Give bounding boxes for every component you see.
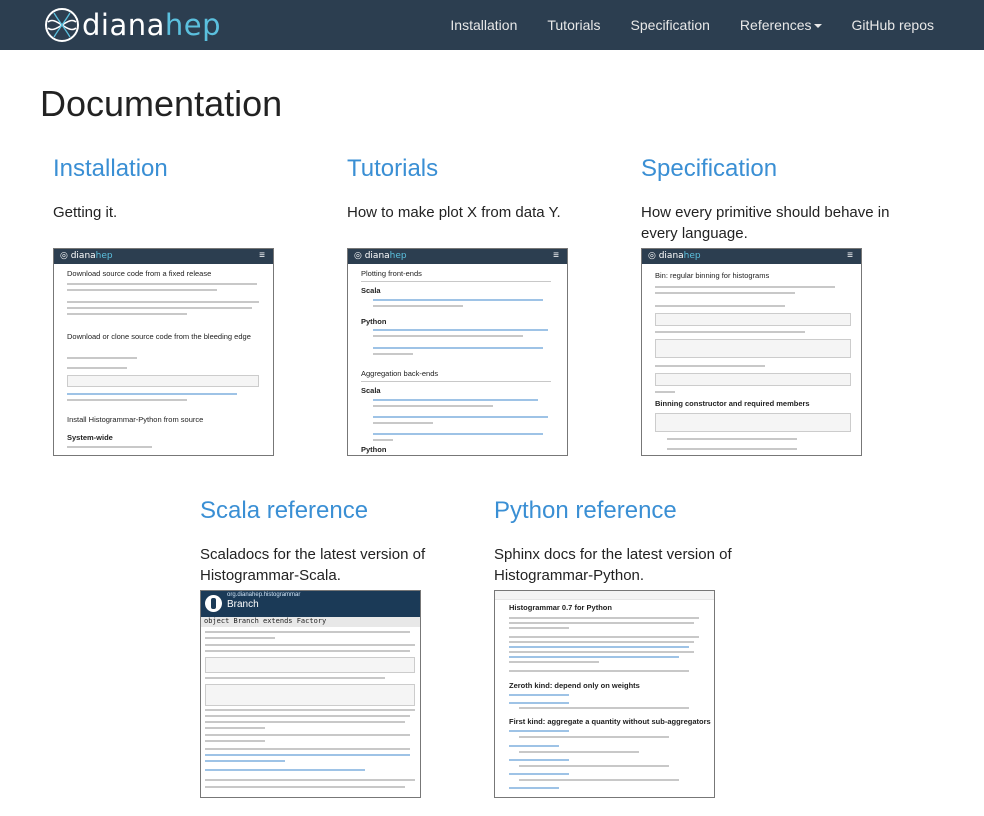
card-tutorials: Tutorials How to make plot X from data Y… (347, 154, 617, 223)
card-desc-python-reference: Sphinx docs for the latest version of Hi… (494, 546, 732, 584)
mini-navbar: ◎ dianahep ≡ (642, 249, 861, 264)
caret-down-icon (813, 24, 822, 29)
mini-navbar: ◎ dianahep ≡ (54, 249, 273, 264)
card-title-python-reference[interactable]: Python reference (494, 496, 764, 526)
menu-icon: ≡ (847, 250, 853, 261)
brand-name: dianahep (82, 8, 222, 42)
diana-logo-icon (45, 8, 79, 42)
mini-navbar: ◎ dianahep ≡ (348, 249, 567, 264)
card-scala-reference: Scala reference Scaladocs for the latest… (200, 496, 470, 586)
sphinx-header (495, 591, 714, 600)
nav-tutorials[interactable]: Tutorials (547, 17, 600, 33)
nav-references-dropdown[interactable]: References (740, 17, 822, 33)
nav-menu: Installation Tutorials Specification Ref… (420, 0, 934, 50)
card-title-tutorials[interactable]: Tutorials (347, 154, 617, 184)
nav-installation[interactable]: Installation (450, 17, 517, 33)
card-desc-specification: How every primitive should behave in eve… (641, 204, 890, 242)
thumbnail-python-reference[interactable]: Histogrammar 0.7 for Python Zeroth kind:… (494, 590, 715, 798)
brand-logo-link[interactable]: dianahep (44, 7, 221, 43)
card-desc-scala-reference: Scaladocs for the latest version of Hist… (200, 546, 426, 584)
object-icon (205, 595, 222, 612)
menu-icon: ≡ (259, 250, 265, 261)
card-desc-tutorials: How to make plot X from data Y. (347, 204, 561, 221)
card-title-installation[interactable]: Installation (53, 154, 323, 184)
thumbnail-specification[interactable]: ◎ dianahep ≡ Bin: regular binning for his… (641, 248, 862, 456)
nav-specification[interactable]: Specification (631, 17, 710, 33)
card-title-scala-reference[interactable]: Scala reference (200, 496, 470, 526)
card-desc-installation: Getting it. (53, 204, 118, 221)
card-specification: Specification How every primitive should… (641, 154, 911, 244)
menu-icon: ≡ (553, 250, 559, 261)
nav-references-label: References (739, 17, 812, 33)
thumbnail-tutorials[interactable]: ◎ dianahep ≡ Plotting front-ends Scala Py… (347, 248, 568, 456)
thumbnail-scala-reference[interactable]: org.dianahep.histogrammar Branch object … (200, 590, 421, 798)
thumbnail-installation[interactable]: ◎ dianahep ≡ Download source code from a … (53, 248, 274, 456)
card-title-specification[interactable]: Specification (641, 154, 911, 184)
card-installation: Installation Getting it. (53, 154, 323, 223)
page-title: Documentation (40, 83, 283, 124)
card-python-reference: Python reference Sphinx docs for the lat… (494, 496, 764, 586)
navbar: dianahep Installation Tutorials Specific… (0, 0, 984, 50)
nav-github-repos[interactable]: GitHub repos (852, 17, 934, 33)
scaladoc-header: org.dianahep.histogrammar Branch (201, 591, 420, 617)
